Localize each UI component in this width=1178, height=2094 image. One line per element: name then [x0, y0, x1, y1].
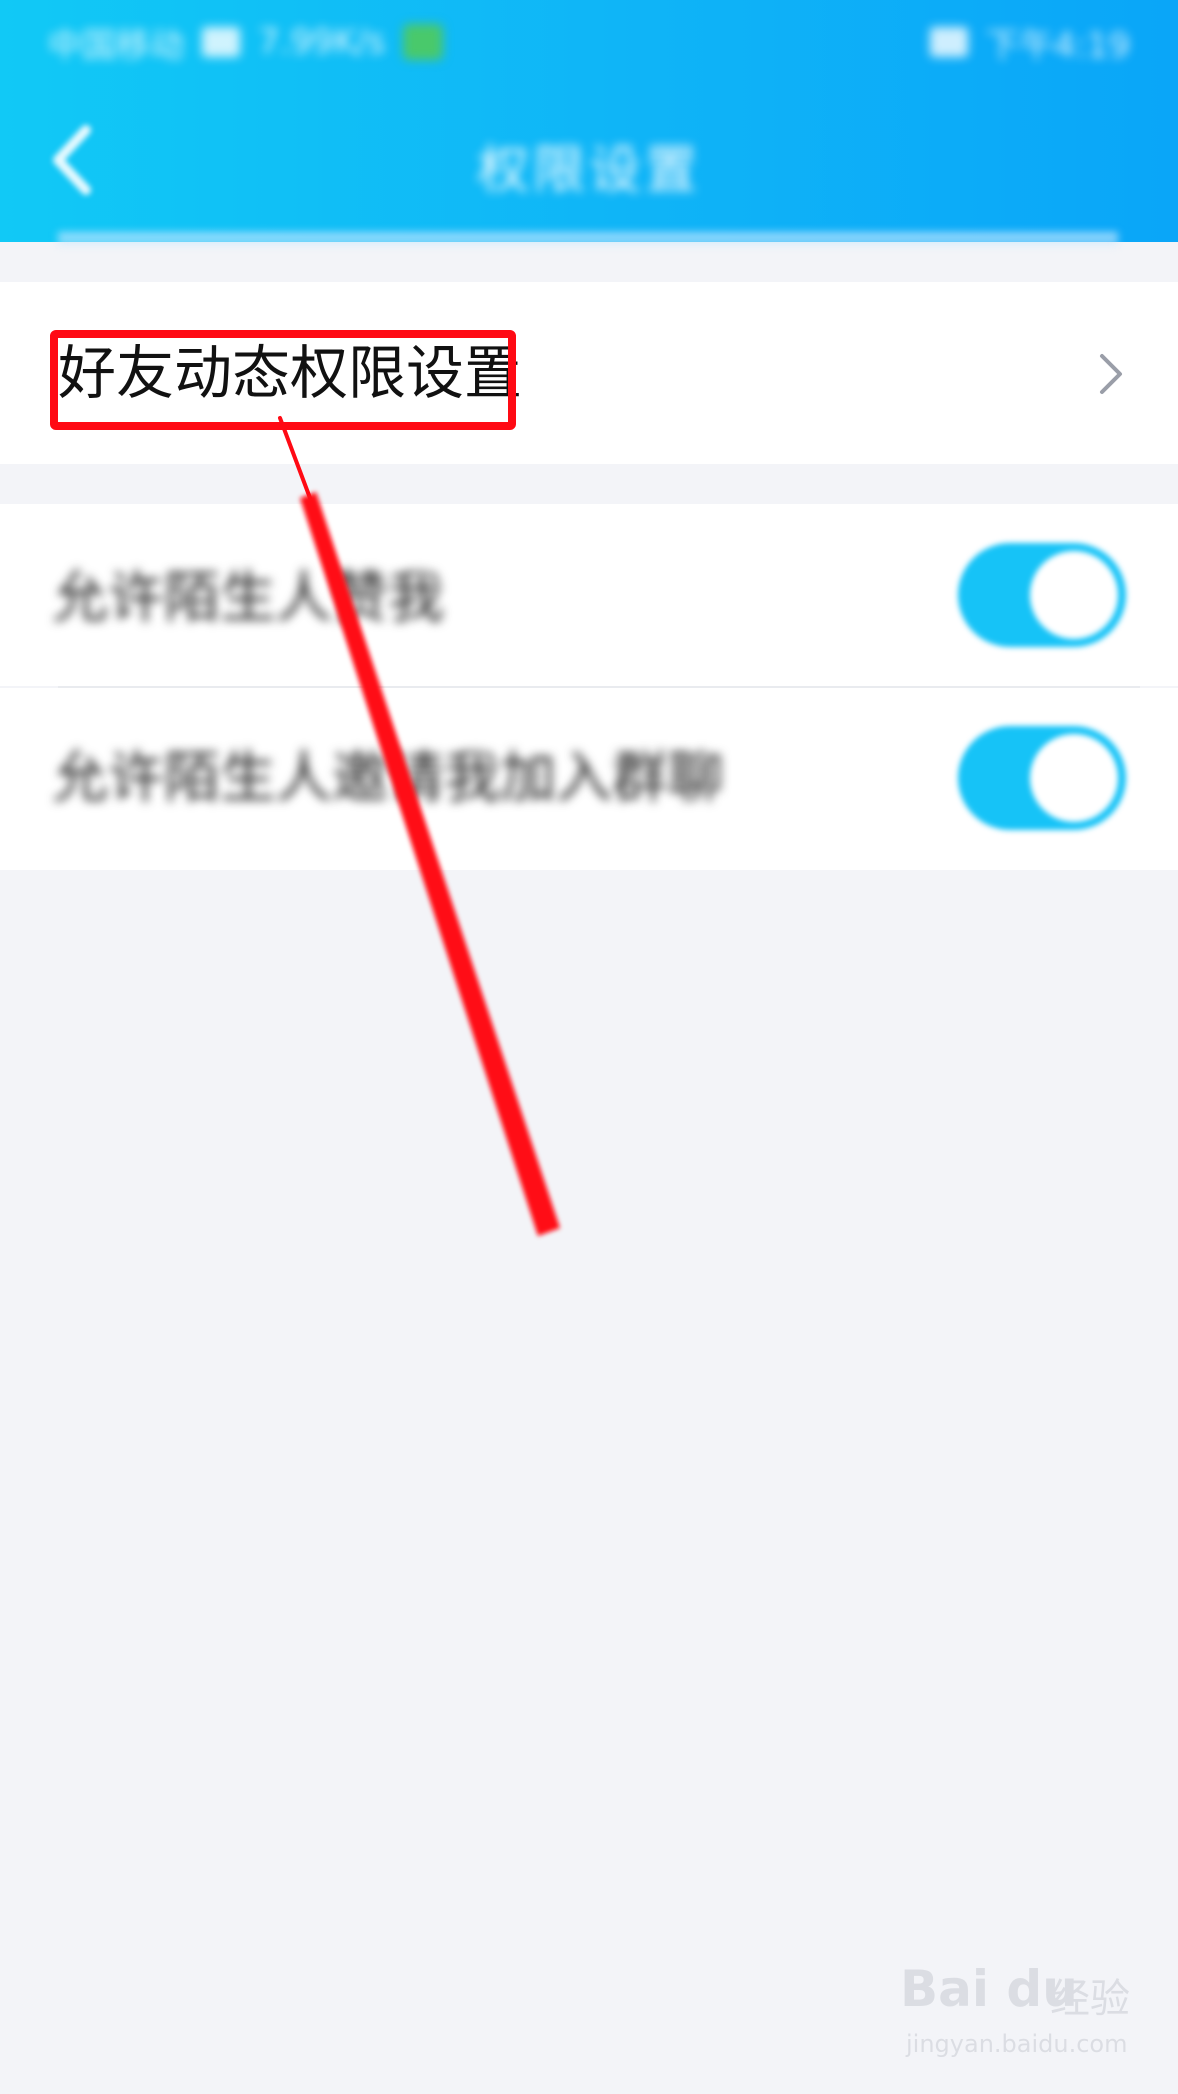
allow-stranger-invite-toggle[interactable] [958, 726, 1126, 830]
clock-time: 下午4:19 [985, 25, 1130, 66]
wechat-icon [403, 24, 444, 60]
toggle-knob [1030, 734, 1118, 822]
watermark-url: jingyan.baidu.com [906, 2030, 1128, 2058]
header-shadow [58, 232, 1118, 248]
carrier-text: 中国移动 [48, 25, 184, 66]
network-speed: 7.99K/s [258, 22, 386, 62]
allow-stranger-invite-label: 允许陌生人邀请我加入群聊 [52, 746, 724, 811]
annotation-highlight-box [50, 330, 516, 430]
allow-stranger-like-toggle[interactable] [958, 543, 1126, 647]
watermark-cn: 经验 [1050, 1976, 1130, 2022]
chevron-right-icon [1100, 354, 1122, 394]
status-left: 中国移动 7.99K/s [48, 18, 444, 67]
page-title: 权限设置 [476, 141, 701, 201]
baidu-jingyan-watermark: Bai du 经验 jingyan.baidu.com [900, 1960, 1130, 2070]
signal-icon [202, 27, 240, 57]
status-right: 下午4:19 [929, 18, 1130, 67]
toggle-knob [1030, 551, 1118, 639]
status-bar: 中国移动 7.99K/s 下午4:19 [48, 18, 1130, 66]
battery-icon [929, 27, 968, 57]
allow-stranger-like-label: 允许陌生人赞我 [52, 566, 444, 631]
